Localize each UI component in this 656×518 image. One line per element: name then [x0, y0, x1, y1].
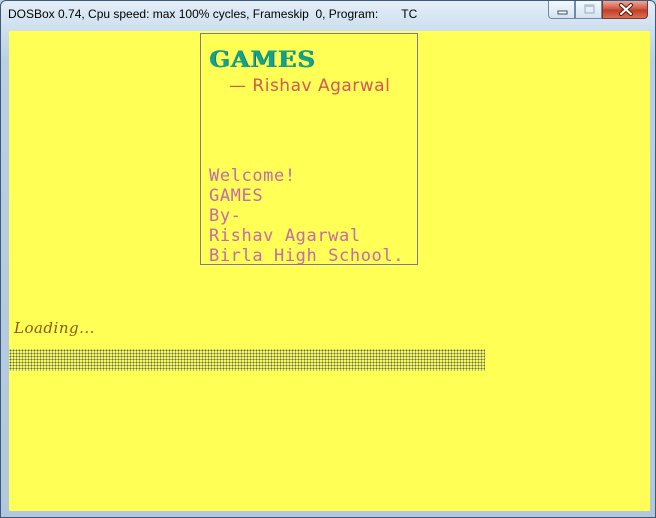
credits-line: Rishav Agarwal	[209, 226, 361, 246]
credits-line: Welcome!	[209, 166, 296, 186]
credits-block: Welcome! GAMES By- Rishav Agarwal Birla …	[209, 166, 404, 266]
credits-line: Birla High School.	[209, 246, 405, 266]
dos-screen[interactable]: GAMES — Rishav Agarwal Welcome! GAMES By…	[9, 31, 650, 511]
loading-progress-bar	[9, 349, 562, 371]
minimize-button[interactable]	[548, 1, 575, 19]
credits-line: By-	[209, 206, 242, 226]
title-bar[interactable]: DOSBox 0.74, Cpu speed: max 100% cycles,…	[1, 1, 655, 30]
loading-label: Loading...	[14, 319, 95, 337]
close-icon	[619, 3, 633, 16]
author-line: — Rishav Agarwal	[229, 76, 391, 96]
splash-box: GAMES — Rishav Agarwal Welcome! GAMES By…	[200, 33, 418, 266]
close-button[interactable]	[602, 1, 648, 19]
loading-progress-fill	[9, 349, 485, 371]
credits-line: GAMES	[209, 186, 264, 206]
dosbox-window: DOSBox 0.74, Cpu speed: max 100% cycles,…	[0, 0, 656, 518]
minimize-icon	[557, 10, 568, 15]
games-title: GAMES	[209, 46, 316, 73]
maximize-icon	[584, 4, 595, 14]
window-title: DOSBox 0.74, Cpu speed: max 100% cycles,…	[8, 7, 418, 21]
maximize-button[interactable]	[575, 1, 602, 19]
